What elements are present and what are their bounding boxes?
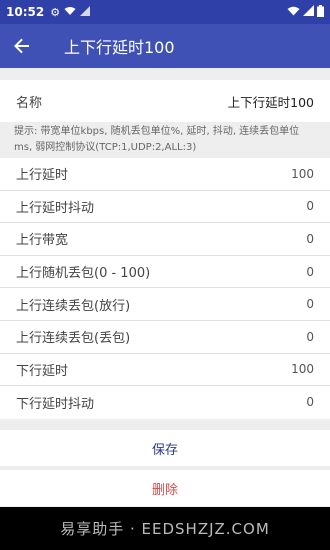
setting-value[interactable]: 100	[291, 167, 314, 181]
setting-value[interactable]: 0	[306, 297, 314, 311]
setting-value[interactable]: 0	[306, 232, 314, 246]
delete-button[interactable]: 删除	[0, 470, 330, 506]
setting-row-up-delay[interactable]: 上行延时 100	[0, 158, 330, 191]
setting-row-down-delay[interactable]: 下行延时 100	[0, 354, 330, 387]
setting-value[interactable]: 0	[306, 330, 314, 344]
setting-row-up-burst-drop[interactable]: 上行连续丢包(丢包) 0	[0, 321, 330, 354]
setting-value[interactable]: 0	[306, 199, 314, 213]
signal-icon	[303, 5, 314, 19]
app-bar: 上下行延时100	[0, 24, 330, 68]
save-button[interactable]: 保存	[0, 430, 330, 466]
setting-label: 下行延时抖动	[16, 396, 95, 412]
navigation-bar: 易享助手 · EEDSHZJZ.COM	[0, 507, 330, 550]
gear-icon: ⚙	[50, 5, 61, 19]
setting-label: 上行带宽	[16, 233, 69, 249]
setting-value[interactable]: 0	[306, 265, 314, 279]
setting-value[interactable]: 0	[306, 395, 314, 409]
setting-value[interactable]: 100	[291, 362, 314, 376]
setting-label: 上行随机丢包(0 - 100)	[16, 266, 151, 282]
status-bar: 10:52 ⚙	[0, 0, 330, 24]
setting-row-up-bandwidth[interactable]: 上行带宽 0	[0, 223, 330, 256]
page-title: 上下行延时100	[64, 38, 175, 57]
setting-row-down-jitter[interactable]: 下行延时抖动 0	[0, 386, 330, 419]
setting-row-up-burst-pass[interactable]: 上行连续丢包(放行) 0	[0, 288, 330, 321]
wifi-icon	[287, 5, 300, 19]
setting-label: 上行连续丢包(丢包)	[16, 331, 131, 347]
wifi-icon	[64, 6, 76, 19]
hint-text: 提示: 带宽单位kbps, 随机丢包单位%, 延时, 抖动, 连续丢包单位ms,…	[0, 124, 330, 158]
name-value[interactable]: 上下行延时100	[228, 92, 314, 111]
setting-label: 上行延时	[16, 168, 69, 184]
settings-list: 上行延时 100 上行延时抖动 0 上行带宽 0 上行随机丢包(0 - 100)…	[0, 158, 330, 419]
status-right	[287, 4, 324, 20]
name-label: 名称	[16, 95, 43, 111]
setting-row-up-jitter[interactable]: 上行延时抖动 0	[0, 191, 330, 224]
setting-row-up-random-loss[interactable]: 上行随机丢包(0 - 100) 0	[0, 256, 330, 289]
name-row[interactable]: 名称 上下行延时100	[0, 80, 330, 122]
arrow-left-icon	[14, 38, 29, 54]
watermark: 易享助手 · EEDSHZJZ.COM	[60, 520, 270, 538]
status-time: 10:52	[6, 5, 45, 19]
setting-label: 上行连续丢包(放行)	[16, 298, 131, 314]
battery-icon	[317, 4, 324, 20]
setting-label: 下行延时	[16, 363, 69, 379]
setting-label: 上行延时抖动	[16, 200, 95, 216]
signal-icon	[80, 5, 91, 19]
back-button[interactable]	[0, 24, 44, 68]
